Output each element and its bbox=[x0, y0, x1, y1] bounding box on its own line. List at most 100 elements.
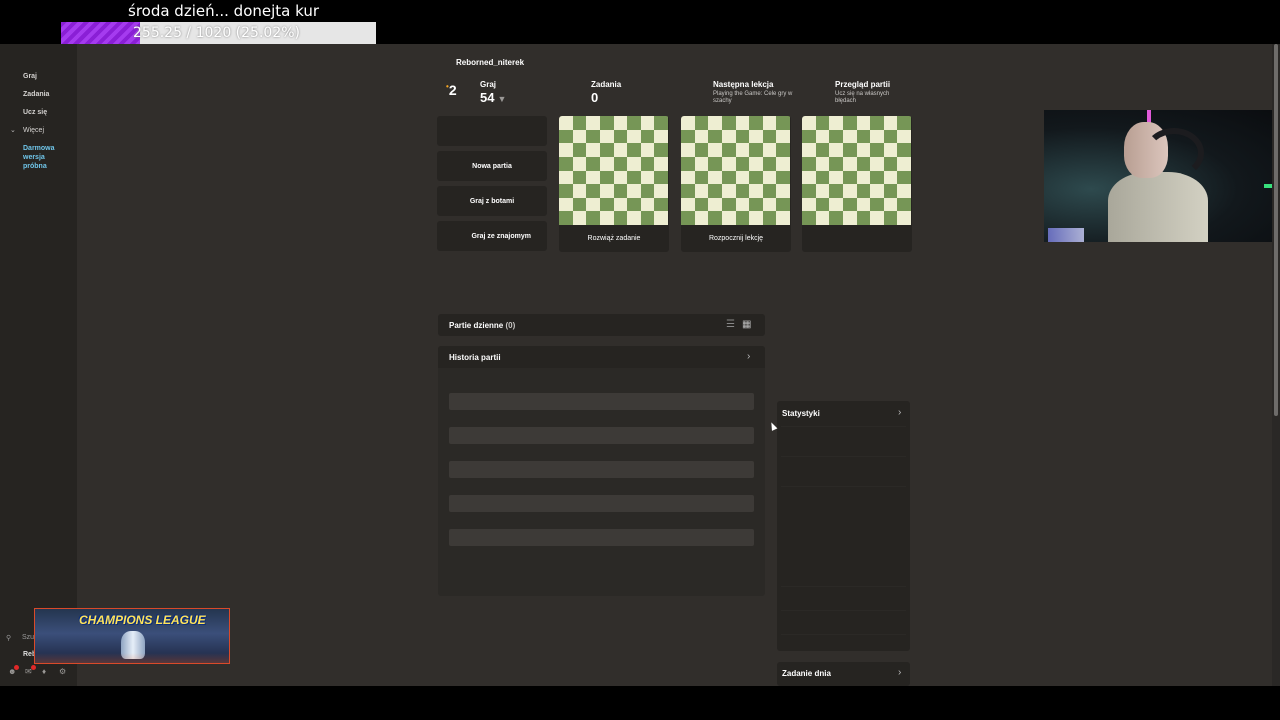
chevron-right-icon[interactable]: › bbox=[898, 407, 901, 418]
stat-play[interactable]: Graj 54 ▼ bbox=[480, 80, 506, 105]
stat-puzzles[interactable]: Zadania 0 bbox=[591, 80, 621, 105]
next-lesson-subtitle: Playing the Game: Cele gry w szachy bbox=[713, 91, 793, 104]
messages-icon[interactable]: ✉ bbox=[25, 665, 36, 676]
board-square bbox=[586, 184, 600, 198]
board-square bbox=[856, 156, 871, 171]
board-square bbox=[749, 184, 763, 198]
board-square bbox=[815, 129, 830, 144]
chess-home-page: Graj Zadania Ucz się ⌄ Więcej Darmowa we… bbox=[0, 44, 1280, 686]
board-square bbox=[735, 116, 750, 130]
board-square bbox=[586, 211, 600, 225]
board-square bbox=[883, 170, 898, 185]
board-square bbox=[897, 143, 911, 157]
board-square bbox=[572, 156, 587, 171]
board-square bbox=[802, 129, 816, 144]
board-square bbox=[694, 197, 709, 212]
board-square bbox=[735, 170, 750, 185]
puzzle-card[interactable]: Rozwiąż zadanie bbox=[559, 116, 669, 252]
banner-text: CHAMPIONS LEAGUE bbox=[79, 613, 206, 627]
board-square bbox=[749, 116, 763, 130]
search-icon[interactable]: ⚲ bbox=[6, 634, 11, 642]
review-card[interactable] bbox=[802, 116, 912, 252]
board-square bbox=[749, 143, 763, 157]
board-square bbox=[627, 170, 641, 185]
new-game-button[interactable]: Nowa partia bbox=[437, 151, 547, 181]
board-square bbox=[627, 197, 641, 212]
stream-goal-overlay: środa dzień... donejta kur 255.25 / 1020… bbox=[0, 0, 1280, 44]
board-square bbox=[721, 170, 736, 185]
board-square bbox=[586, 156, 600, 171]
board-square bbox=[640, 197, 655, 212]
board-square bbox=[883, 143, 898, 157]
board-square bbox=[762, 129, 777, 144]
game-review-label: Przegląd partii bbox=[835, 80, 891, 89]
start-lesson-button[interactable]: Rozpocznij lekcję bbox=[681, 225, 791, 252]
play-friend-button[interactable]: Graj ze znajomym bbox=[437, 221, 547, 251]
stat-game-review[interactable]: Przegląd partii Ucz się na własnych błęd… bbox=[835, 80, 905, 105]
friends-icon[interactable]: ☻ bbox=[8, 665, 19, 676]
bell-icon[interactable]: ♦ bbox=[42, 668, 50, 676]
play-actions: Nowa partia Graj z botami Graj ze znajom… bbox=[437, 116, 547, 256]
board-square bbox=[640, 143, 655, 157]
daily-puzzle-panel[interactable]: Zadanie dnia › bbox=[777, 662, 910, 686]
board-square bbox=[815, 184, 830, 198]
board-square bbox=[694, 143, 709, 157]
board-square bbox=[776, 116, 790, 130]
board-square bbox=[870, 143, 884, 157]
board-square bbox=[681, 156, 695, 171]
board-square bbox=[856, 197, 871, 212]
stat-play-label: Graj bbox=[480, 80, 497, 89]
chessboard-puzzle bbox=[559, 116, 668, 225]
daily-games-panel[interactable]: Partie dzienne (0) ☰ ▦ bbox=[438, 314, 765, 336]
list-view-icon[interactable]: ☰ bbox=[726, 319, 735, 330]
page-scrollbar[interactable] bbox=[1272, 44, 1280, 686]
game-history-title[interactable]: Historia partii bbox=[449, 353, 501, 362]
stat-next-lesson[interactable]: Następna lekcja Playing the Game: Cele g… bbox=[713, 80, 793, 105]
scrollbar-thumb[interactable] bbox=[1274, 44, 1278, 416]
chevron-right-icon[interactable]: › bbox=[898, 667, 901, 678]
board-square bbox=[613, 184, 628, 198]
board-square bbox=[842, 129, 857, 144]
sidebar-item-more[interactable]: Więcej bbox=[23, 127, 44, 134]
solve-puzzle-button[interactable]: Rozwiąż zadanie bbox=[559, 225, 669, 252]
daily-puzzle-title[interactable]: Zadanie dnia bbox=[782, 669, 831, 678]
board-square bbox=[883, 116, 898, 130]
board-square bbox=[842, 156, 857, 171]
sidebar-item-play[interactable]: Graj bbox=[23, 73, 37, 80]
statistics-panel[interactable]: Statystyki › bbox=[777, 401, 910, 651]
board-square bbox=[776, 170, 790, 185]
board-square bbox=[829, 211, 843, 225]
board-square bbox=[572, 170, 587, 185]
board-square bbox=[654, 211, 668, 225]
chessboard-review bbox=[802, 116, 911, 225]
statistics-title[interactable]: Statystyki bbox=[782, 409, 820, 418]
board-square bbox=[883, 184, 898, 198]
board-square bbox=[586, 197, 600, 212]
board-square bbox=[842, 116, 857, 130]
review-card-caption bbox=[802, 225, 912, 252]
board-square bbox=[762, 170, 777, 185]
board-square bbox=[599, 116, 614, 130]
sidebar-item-puzzles[interactable]: Zadania bbox=[23, 91, 49, 98]
board-square bbox=[829, 170, 843, 185]
board-square bbox=[762, 184, 777, 198]
board-square bbox=[897, 170, 911, 185]
chevron-right-icon[interactable]: › bbox=[747, 351, 750, 362]
board-square bbox=[870, 129, 884, 144]
board-square bbox=[599, 143, 614, 157]
free-trial-link[interactable]: Darmowa wersja próbna bbox=[23, 144, 63, 171]
board-square bbox=[735, 143, 750, 157]
play-bots-button[interactable]: Graj z botami bbox=[437, 186, 547, 216]
board-square bbox=[721, 197, 736, 212]
board-square bbox=[721, 129, 736, 144]
board-square bbox=[572, 116, 587, 130]
champions-league-banner: CHAMPIONS LEAGUE bbox=[34, 608, 230, 664]
gear-icon[interactable]: ⚙ bbox=[59, 668, 67, 676]
sidebar-item-learn[interactable]: Ucz się bbox=[23, 109, 47, 116]
search-label[interactable]: Szu bbox=[22, 634, 34, 641]
lesson-card[interactable]: Rozpocznij lekcję bbox=[681, 116, 791, 252]
grid-view-icon[interactable]: ▦ bbox=[742, 319, 751, 330]
board-square bbox=[613, 156, 628, 171]
username[interactable]: Reborned_niterek bbox=[456, 58, 524, 67]
board-square bbox=[654, 156, 668, 171]
